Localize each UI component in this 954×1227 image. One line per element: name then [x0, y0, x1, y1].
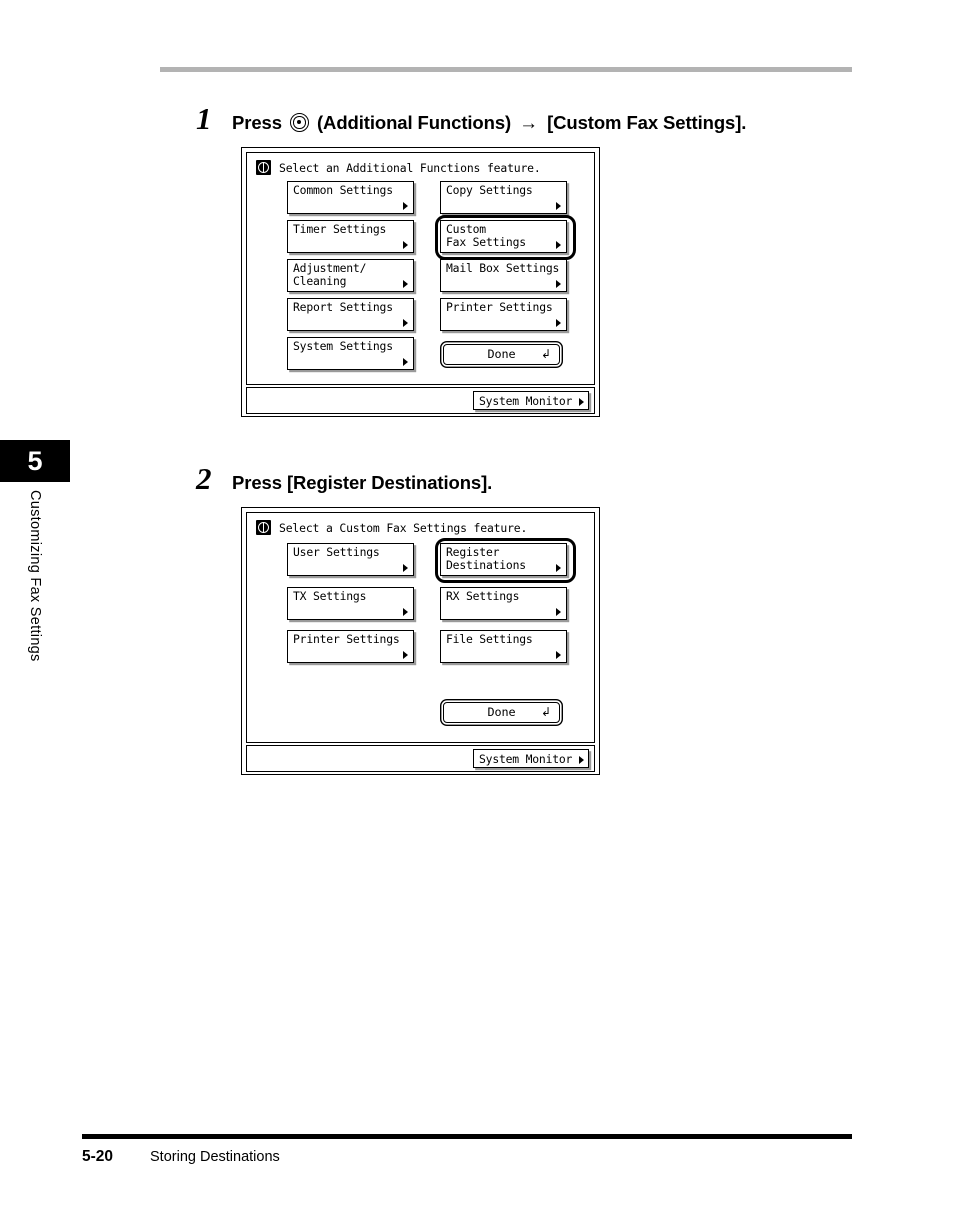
right-triangle-icon [556, 608, 561, 616]
additional-functions-screen: Select an Additional Functions feature. … [241, 147, 600, 417]
right-triangle-icon [556, 564, 561, 572]
header-divider [160, 67, 852, 72]
return-arrow-icon: ↲ [540, 705, 551, 719]
status-bar: System Monitor [246, 745, 595, 772]
button-report-settings[interactable]: Report Settings [287, 298, 414, 331]
footer-divider [82, 1134, 852, 1139]
button-label: Custom Fax Settings [446, 222, 526, 250]
right-arrow-icon: → [519, 113, 539, 134]
button-timer-settings[interactable]: Timer Settings [287, 220, 414, 253]
right-triangle-icon [403, 319, 408, 327]
screen-body: Select a Custom Fax Settings feature. Us… [246, 512, 595, 743]
system-monitor-button[interactable]: System Monitor [473, 749, 589, 768]
button-tx-settings[interactable]: TX Settings [287, 587, 414, 620]
system-monitor-label: System Monitor [479, 752, 573, 766]
right-triangle-icon [556, 202, 561, 210]
screen-title-row: Select a Custom Fax Settings feature. [256, 520, 527, 535]
button-copy-settings[interactable]: Copy Settings [440, 181, 567, 214]
status-bar: System Monitor [246, 387, 595, 414]
step-2-number: 2 [196, 461, 212, 496]
right-triangle-icon [579, 756, 584, 764]
button-label: File Settings [446, 632, 533, 646]
button-file-settings[interactable]: File Settings [440, 630, 567, 663]
button-label: TX Settings [293, 589, 367, 603]
system-monitor-button[interactable]: System Monitor [473, 391, 589, 410]
right-triangle-icon [403, 202, 408, 210]
step-2-text: Press [Register Destinations]. [232, 472, 493, 493]
right-triangle-icon [403, 280, 408, 288]
step-1-text: Press (Additional Functions) → [Custom F… [232, 112, 746, 135]
button-custom-fax-settings[interactable]: Custom Fax Settings [440, 220, 567, 253]
right-triangle-icon [556, 651, 561, 659]
step-1-target-label: [Custom Fax Settings]. [547, 112, 747, 133]
right-triangle-icon [403, 358, 408, 366]
right-triangle-icon [403, 608, 408, 616]
button-user-settings[interactable]: User Settings [287, 543, 414, 576]
button-system-settings[interactable]: System Settings [287, 337, 414, 370]
custom-fax-settings-screen: Select a Custom Fax Settings feature. Us… [241, 507, 600, 775]
footer-section-title: Storing Destinations [150, 1149, 280, 1165]
button-register-destinations[interactable]: Register Destinations [440, 543, 567, 576]
right-triangle-icon [403, 651, 408, 659]
button-label: Report Settings [293, 300, 393, 314]
button-label: Printer Settings [293, 632, 400, 646]
screen-title-row: Select an Additional Functions feature. [256, 160, 541, 175]
step-1-press-label: Press [232, 112, 282, 133]
additional-functions-badge-icon [256, 520, 271, 535]
chapter-number: 5 [27, 445, 43, 476]
step-1-icon-caption: (Additional Functions) [317, 112, 512, 133]
right-triangle-icon [579, 398, 584, 406]
button-label: Adjustment/ Cleaning [293, 261, 367, 289]
right-triangle-icon [556, 280, 561, 288]
system-monitor-label: System Monitor [479, 394, 573, 408]
button-printer-settings[interactable]: Printer Settings [287, 630, 414, 663]
right-triangle-icon [403, 241, 408, 249]
step-1-number: 1 [196, 101, 212, 136]
button-rx-settings[interactable]: RX Settings [440, 587, 567, 620]
chapter-number-tab: 5 [0, 440, 70, 482]
done-button[interactable]: Done ↲ [443, 344, 560, 365]
button-common-settings[interactable]: Common Settings [287, 181, 414, 214]
button-adjustment-cleaning[interactable]: Adjustment/ Cleaning [287, 259, 414, 292]
done-button[interactable]: Done ↲ [443, 702, 560, 723]
right-triangle-icon [556, 241, 561, 249]
right-triangle-icon [403, 564, 408, 572]
page-number: 5-20 [82, 1148, 114, 1165]
button-label: Timer Settings [293, 222, 387, 236]
screen-title: Select an Additional Functions feature. [279, 160, 541, 175]
return-arrow-icon: ↲ [540, 347, 551, 361]
button-label: System Settings [293, 339, 393, 353]
screen-title: Select a Custom Fax Settings feature. [279, 520, 528, 535]
step-1-heading: 1 Press (Additional Functions) → [Custom… [196, 101, 746, 137]
screen-body: Select an Additional Functions feature. … [246, 152, 595, 385]
chapter-title-vertical: Customizing Fax Settings [0, 490, 70, 720]
additional-functions-icon [289, 113, 309, 132]
button-label: Copy Settings [446, 183, 533, 197]
button-label: RX Settings [446, 589, 520, 603]
button-label: User Settings [293, 545, 380, 559]
button-printer-settings[interactable]: Printer Settings [440, 298, 567, 331]
additional-functions-badge-icon [256, 160, 271, 175]
right-triangle-icon [556, 319, 561, 327]
button-label: Printer Settings [446, 300, 553, 314]
button-label: Mail Box Settings [446, 261, 560, 275]
step-2-heading: 2 Press [Register Destinations]. [196, 461, 492, 497]
chapter-title-text: Customizing Fax Settings [27, 490, 43, 662]
button-label: Common Settings [293, 183, 393, 197]
button-label: Register Destinations [446, 545, 526, 573]
button-mail-box-settings[interactable]: Mail Box Settings [440, 259, 567, 292]
